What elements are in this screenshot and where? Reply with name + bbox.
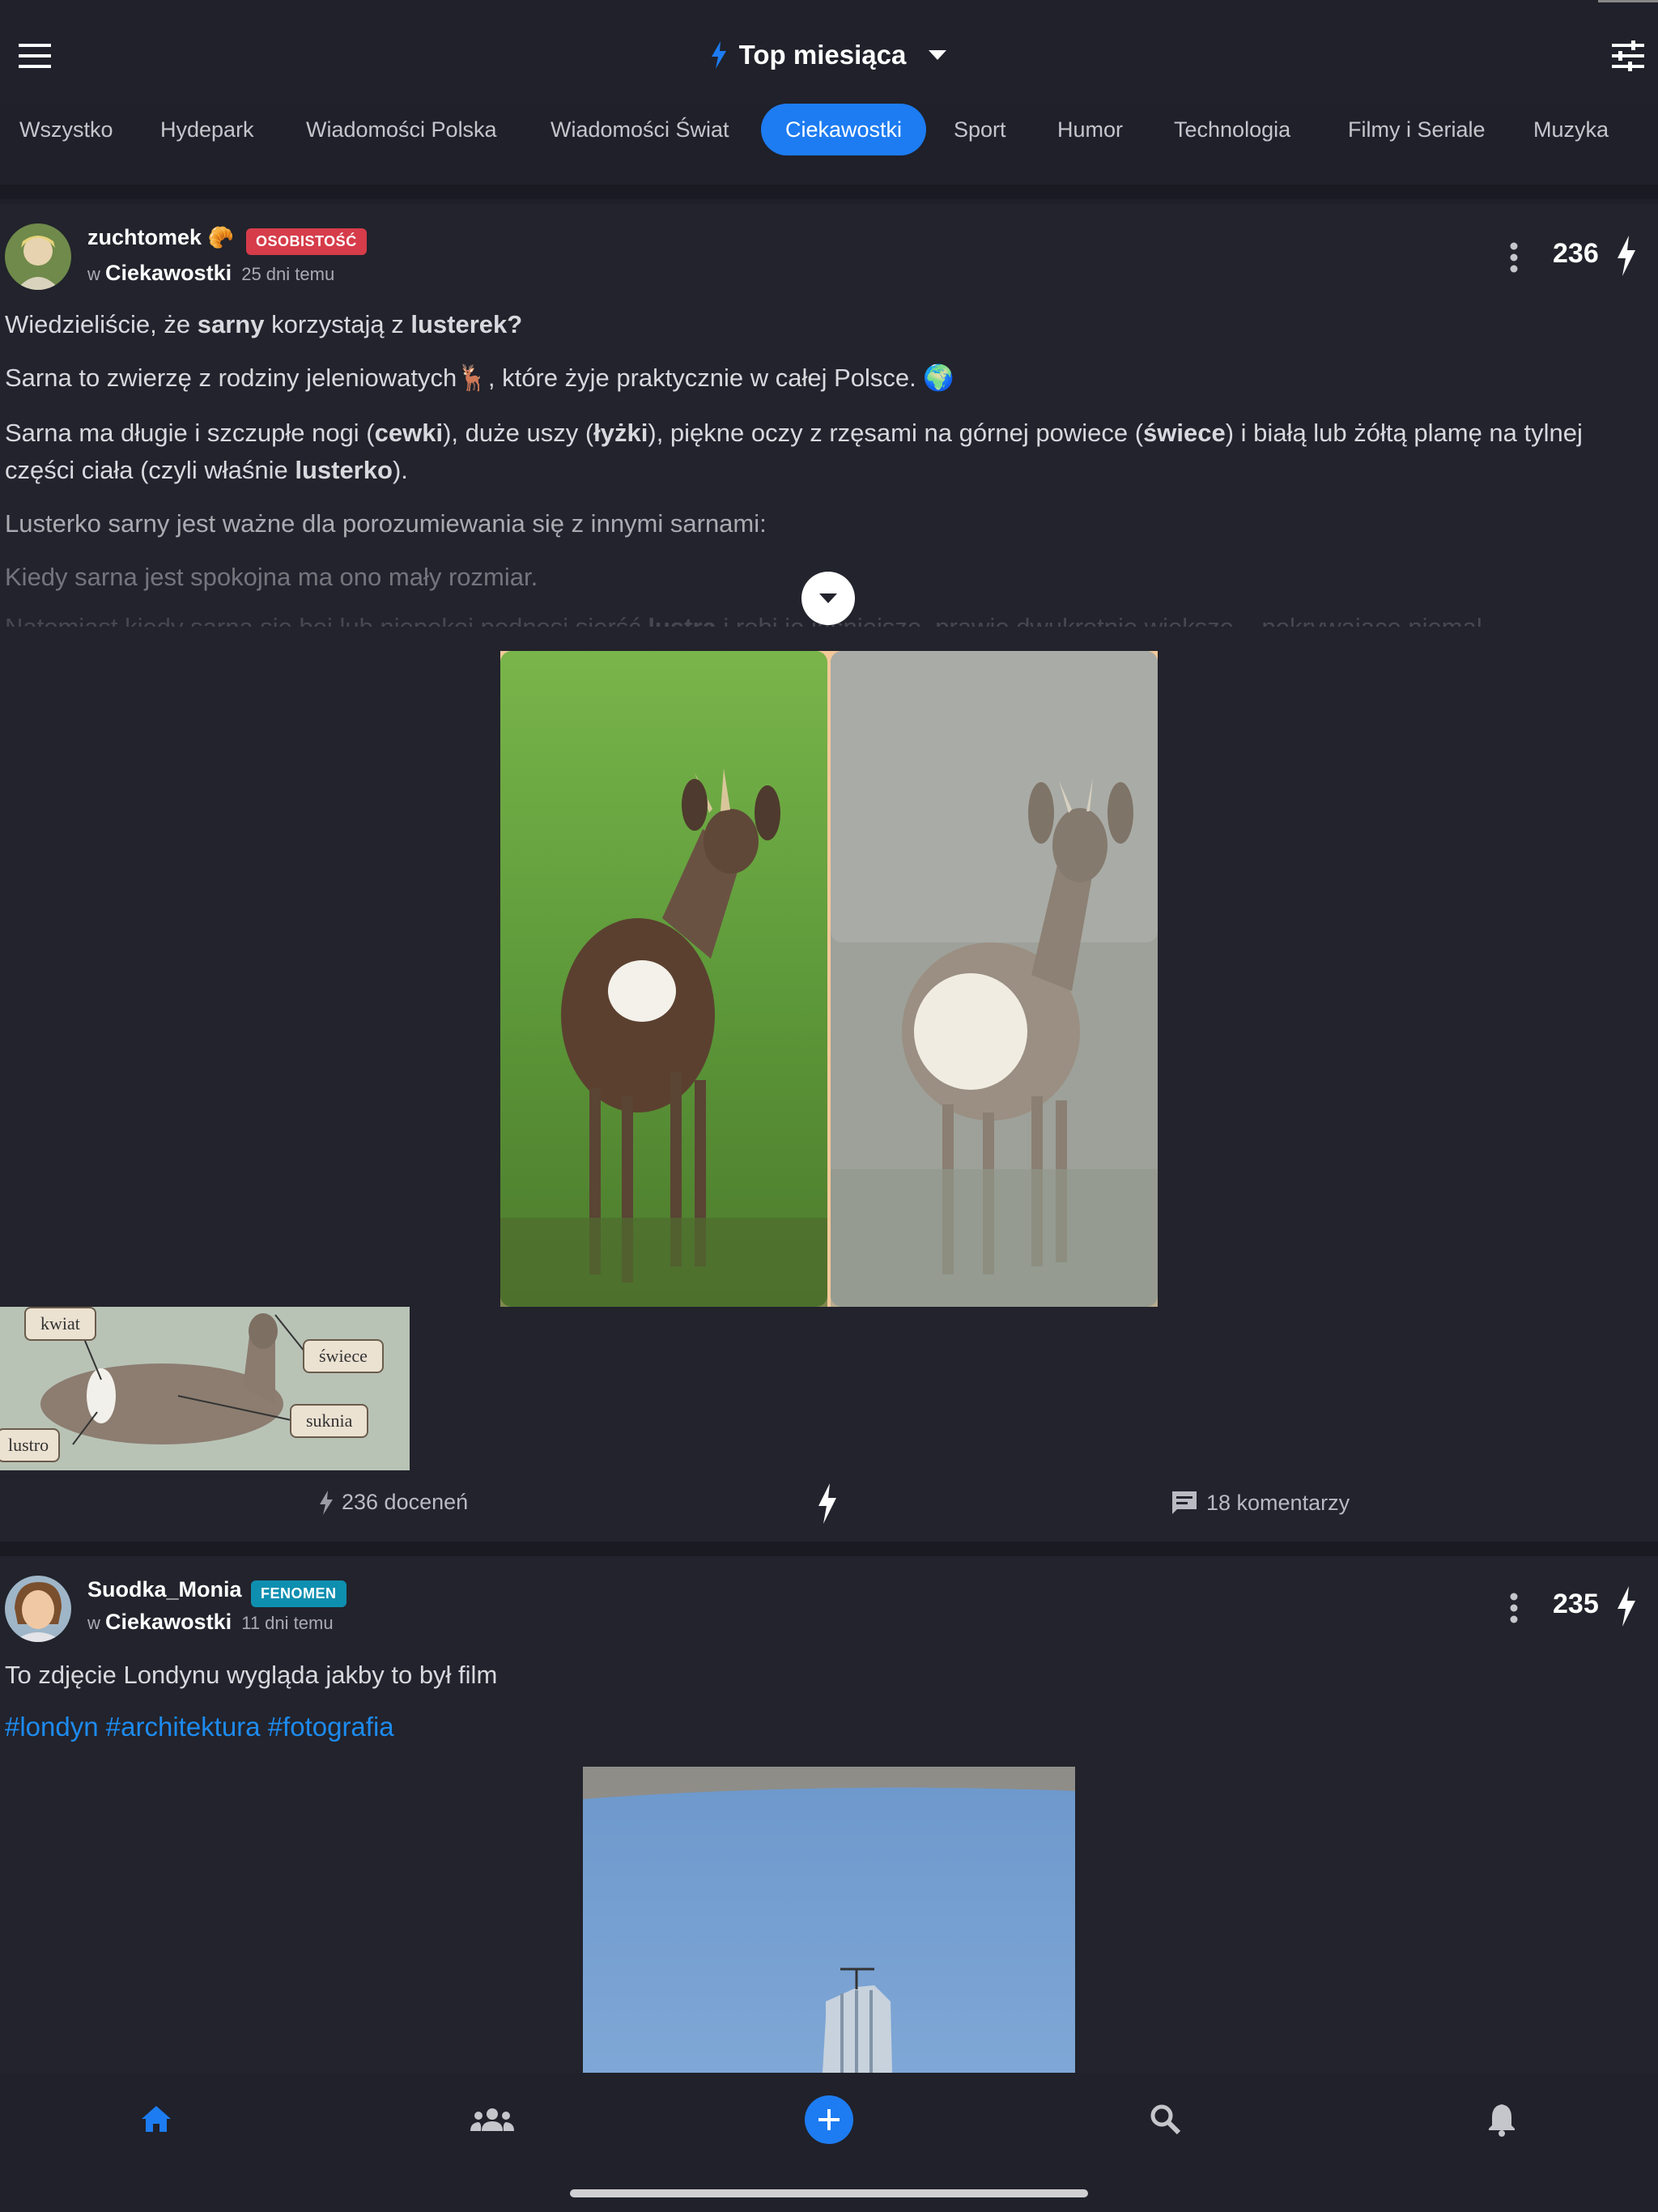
post-score: 236 — [1553, 238, 1599, 269]
post-score: 235 — [1553, 1589, 1599, 1619]
chevron-down-icon — [819, 593, 837, 603]
feed-sort-selector[interactable]: Top miesiąca — [0, 32, 1658, 78]
tab-humor[interactable]: Humor — [1057, 104, 1123, 155]
section-divider — [0, 1542, 1658, 1556]
sliders-icon[interactable] — [1611, 39, 1645, 73]
tab-wiadomosci-swiat[interactable]: Wiadomości Świat — [551, 104, 729, 155]
feed-title: Top miesiąca — [738, 40, 907, 70]
post-image-london[interactable] — [583, 1767, 1075, 2073]
croissant-emoji: 🥐 — [207, 225, 234, 249]
post-text-line: Sarna ma długie i szczupłe nogi (cewki),… — [5, 419, 1583, 484]
comment-icon — [1172, 1491, 1197, 1514]
tab-muzyka[interactable]: Muzyka — [1533, 104, 1609, 155]
post-text-line: Wiedzieliście, że sarny korzystają z lus… — [5, 310, 523, 338]
tab-ciekawostki[interactable]: Ciekawostki — [761, 104, 927, 155]
tab-wiadomosci-polska[interactable]: Wiadomości Polska — [306, 104, 497, 155]
add-icon[interactable] — [805, 2095, 853, 2144]
bell-icon[interactable] — [1483, 2099, 1520, 2139]
people-icon[interactable] — [470, 2102, 515, 2138]
chevron-down-icon — [929, 50, 947, 60]
community-link[interactable]: Ciekawostki — [105, 261, 232, 285]
post-text-line: Lusterko sarny jest ważne dla porozumiew… — [5, 509, 767, 538]
more-options-icon[interactable] — [1504, 1590, 1524, 1626]
tab-sport[interactable]: Sport — [954, 104, 1006, 155]
post-text-line: To zdjęcie Londynu wygląda jakby to był … — [5, 1661, 498, 1689]
rank-badge: FENOMEN — [251, 1580, 346, 1607]
home-indicator — [570, 2189, 1088, 2197]
post-card: zuchtomek 🥐 OSOBISTOŚĆ w Ciekawostki 25 … — [0, 204, 1658, 1542]
rank-badge: OSOBISTOŚĆ — [246, 228, 367, 255]
section-divider — [0, 185, 1658, 199]
appreciations-count[interactable]: 236 doceneń — [319, 1490, 468, 1515]
lightning-icon[interactable] — [1614, 1585, 1639, 1627]
lightning-icon — [711, 41, 726, 69]
post-image-deer-field[interactable] — [829, 651, 1158, 1307]
avatar[interactable] — [5, 1576, 71, 1642]
home-icon[interactable] — [138, 2100, 175, 2138]
post-username[interactable]: Suodka_Monia — [87, 1577, 242, 1602]
diagram-label: lustro — [0, 1428, 61, 1462]
tab-hydepark[interactable]: Hydepark — [160, 104, 254, 155]
tab-filmy-i-seriale[interactable]: Filmy i Seriale — [1348, 104, 1486, 155]
post-image-deer-grass[interactable] — [500, 651, 829, 1307]
diagram-label: świece — [303, 1339, 384, 1373]
top-bar: Top miesiąca — [0, 0, 1658, 105]
lightning-icon — [818, 1483, 836, 1524]
tab-technologia[interactable]: Technologia — [1174, 104, 1290, 155]
post-username[interactable]: zuchtomek 🥐 — [87, 225, 234, 250]
more-options-icon[interactable] — [1504, 240, 1524, 275]
post-text-line: Sarna to zwierzę z rodziny jeleniowatych… — [5, 364, 954, 392]
comments-count[interactable]: 18 komentarzy — [1171, 1490, 1350, 1516]
lightning-icon[interactable] — [1614, 235, 1639, 277]
community-link[interactable]: Ciekawostki — [105, 1610, 232, 1634]
category-tabs: Wszystko Hydepark Wiadomości Polska Wiad… — [0, 104, 1658, 155]
avatar[interactable] — [5, 223, 71, 290]
post-meta: w Ciekawostki 11 dni temu — [87, 1610, 334, 1634]
search-icon[interactable] — [1146, 2100, 1184, 2138]
lightning-icon — [320, 1490, 333, 1515]
appreciate-button[interactable] — [813, 1482, 842, 1525]
diagram-label: suknia — [290, 1404, 369, 1438]
post-image-deer-diagram[interactable]: kwiat świece suknia lustro — [0, 1307, 410, 1470]
hashtags[interactable]: #londyn #architektura #fotografia — [5, 1712, 394, 1742]
window-edge-line — [1598, 0, 1658, 2]
expand-text-button[interactable] — [801, 572, 855, 625]
post-card: Suodka_Monia FENOMEN w Ciekawostki 11 dn… — [0, 1556, 1658, 2073]
tab-wszystko[interactable]: Wszystko — [19, 104, 113, 155]
post-meta: w Ciekawostki 25 dni temu — [87, 261, 335, 285]
diagram-label: kwiat — [24, 1307, 96, 1341]
